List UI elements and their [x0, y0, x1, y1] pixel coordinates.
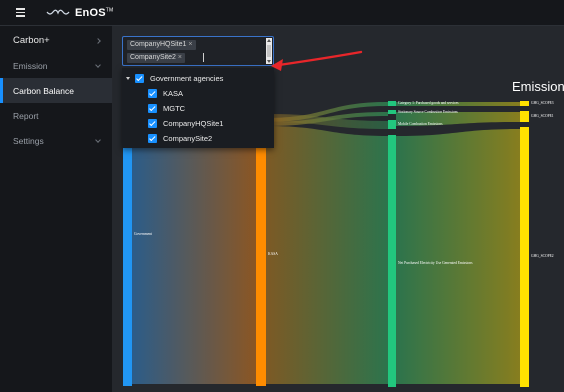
- menu-icon[interactable]: [8, 0, 32, 26]
- sankey-link: [128, 126, 256, 384]
- node-label-mobile: Mobile Combustion Emissions: [398, 122, 443, 126]
- scroll-up-icon[interactable]: [267, 39, 271, 42]
- tree-item-kasa[interactable]: KASA: [148, 86, 183, 100]
- node-label-ghg-scope1: GHG_SCOPE1: [531, 114, 554, 118]
- sidebar: Carbon+ Emission Carbon Balance Report S…: [0, 26, 112, 392]
- logo-text: EnOSTM: [75, 6, 114, 19]
- tree-item-label: MGTC: [163, 103, 186, 113]
- sankey-node-kasa[interactable]: [256, 114, 266, 386]
- node-label-kasa: KASA: [268, 252, 278, 256]
- selected-tag[interactable]: CompanySite2 ×: [127, 53, 186, 63]
- checkbox-checked-icon[interactable]: [148, 118, 157, 128]
- close-icon[interactable]: ×: [188, 41, 192, 48]
- tree-item-label: CompanySite2: [163, 133, 213, 143]
- main-content: Emission Government KASA Category 1: Pur…: [112, 26, 564, 392]
- sankey-node-category1[interactable]: [388, 101, 396, 106]
- sankey-link: [266, 126, 388, 384]
- close-icon[interactable]: ×: [178, 54, 182, 61]
- logo: EnOSTM: [46, 7, 113, 19]
- sankey-node-ghg-scope3[interactable]: [520, 101, 529, 106]
- node-label-ghg-scope2: GHG_SCOPE2: [531, 254, 554, 258]
- annotation-arrow-icon: [271, 50, 363, 71]
- checkbox-checked-icon[interactable]: [148, 88, 157, 98]
- node-label-category1: Category 1: Purchased goods and services: [398, 101, 459, 105]
- tree-item-label: Government agencies: [150, 73, 224, 83]
- sankey-link: [396, 129, 520, 384]
- node-label-government: Government: [134, 232, 152, 236]
- sidebar-item-carbon-balance[interactable]: Carbon Balance: [0, 78, 112, 103]
- tree-item-companysite2[interactable]: CompanySite2: [148, 131, 212, 145]
- site-multiselect[interactable]: CompanyHQSite1 × CompanySite2 ×: [122, 36, 274, 66]
- sidebar-item-label: Emission: [13, 60, 48, 71]
- selected-tag[interactable]: CompanyHQSite1 ×: [127, 40, 196, 50]
- sidebar-item-settings[interactable]: Settings: [0, 128, 112, 153]
- sankey-node-mobile[interactable]: [388, 120, 396, 129]
- tree-item-label: KASA: [163, 88, 184, 98]
- checkbox-checked-icon[interactable]: [135, 73, 144, 83]
- node-label-ghg-scope3: GHG_SCOPE3: [531, 101, 554, 105]
- logo-mark-icon: [46, 9, 70, 15]
- text-cursor: [203, 53, 204, 62]
- sidebar-item-carbon-plus[interactable]: Carbon+: [0, 28, 112, 53]
- chevron-right-icon: [95, 37, 101, 44]
- app-window: EnOSTM Carbon+ Emission Carbon Balance R…: [0, 0, 564, 392]
- checkbox-checked-icon[interactable]: [148, 133, 157, 143]
- tag-label: CompanySite2: [130, 54, 176, 61]
- sidebar-item-label: Carbon+: [13, 35, 50, 46]
- sidebar-item-report[interactable]: Report: [0, 103, 112, 128]
- tree-item-companyhqsite1[interactable]: CompanyHQSite1: [148, 116, 223, 130]
- node-label-stationary: Stationary Source Combustion Emissions: [398, 110, 458, 114]
- caret-down-icon[interactable]: [126, 76, 130, 80]
- sankey-node-government[interactable]: [123, 114, 132, 386]
- site-tree-dropdown: Government agencies KASA MGTC CompanyHQS…: [122, 68, 274, 148]
- tree-item-mgtc[interactable]: MGTC: [148, 101, 185, 115]
- sankey-node-ghg-scope1[interactable]: [520, 111, 529, 122]
- tree-item-label: CompanyHQSite1: [163, 118, 224, 128]
- sidebar-item-label: Carbon Balance: [13, 85, 74, 96]
- emission-column-title: Emission: [512, 79, 564, 94]
- sidebar-item-label: Report: [13, 110, 39, 121]
- sankey-node-ghg-scope2[interactable]: [520, 127, 529, 387]
- sidebar-item-emission[interactable]: Emission: [0, 53, 112, 78]
- top-bar: EnOSTM: [0, 0, 564, 26]
- checkbox-checked-icon[interactable]: [148, 103, 157, 113]
- chevron-down-icon: [95, 136, 101, 143]
- chevron-down-icon: [95, 61, 101, 68]
- sidebar-item-label: Settings: [13, 135, 44, 146]
- sankey-node-stationary[interactable]: [388, 110, 396, 114]
- tag-label: CompanyHQSite1: [130, 41, 187, 48]
- node-label-electricity: Net Purchased Electricity Use Generated …: [398, 261, 473, 265]
- tree-item-government-agencies[interactable]: Government agencies: [126, 71, 223, 85]
- sankey-node-electricity[interactable]: [388, 135, 396, 387]
